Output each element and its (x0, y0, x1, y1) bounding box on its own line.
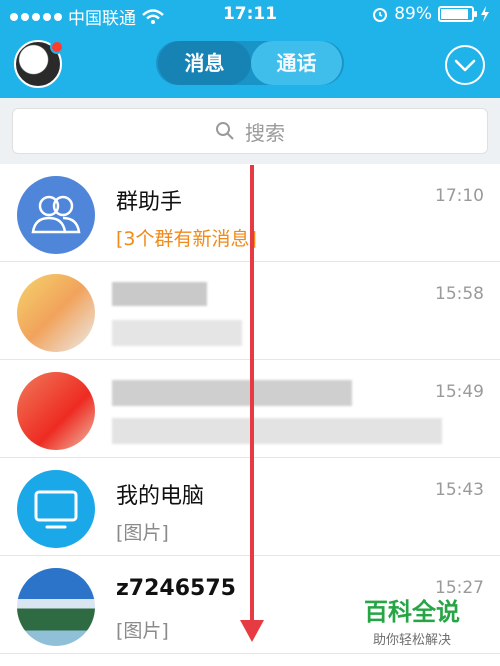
search-input[interactable]: 搜索 (12, 108, 488, 154)
message-call-switch: 消息 通话 (156, 41, 344, 85)
watermark-brand: 百科全说 (364, 598, 460, 626)
blurred-preview (112, 418, 442, 444)
status-right: 89% (372, 4, 490, 24)
conversation-title: 我的电脑 (116, 484, 205, 509)
landscape-avatar (17, 568, 95, 646)
search-placeholder: 搜索 (245, 120, 285, 145)
alarm-icon (373, 8, 388, 22)
conversation-time: 15:49 (435, 382, 484, 402)
battery-icon (438, 6, 477, 22)
conversation-title: z7246575 (116, 576, 236, 601)
battery-percent: 89% (394, 4, 432, 24)
notification-dot (50, 40, 64, 54)
conversation-preview: [3个群有新消息] (116, 228, 257, 250)
group-icon (31, 195, 81, 234)
blurred-avatar (17, 372, 95, 450)
search-area: 搜索 (0, 98, 500, 164)
chevron-down-icon (454, 59, 476, 72)
blurred-preview (112, 320, 242, 346)
conversation-time: 17:10 (435, 186, 484, 206)
tab-messages[interactable]: 消息 (158, 41, 251, 85)
watermark: 百科全说 助你轻松解决 (364, 592, 460, 648)
tab-calls[interactable]: 通话 (251, 41, 342, 85)
charging-icon (481, 6, 489, 22)
status-bar: 中国联通 17:11 89% (0, 0, 500, 30)
group-helper-avatar (17, 176, 95, 254)
conversation-title: 群助手 (116, 190, 183, 215)
blurred-title (112, 380, 352, 406)
conversation-preview: [图片] (116, 620, 169, 642)
conversation-preview: [图片] (116, 522, 169, 544)
more-options-button[interactable] (445, 45, 485, 85)
conversation-time: 15:43 (435, 480, 484, 500)
search-icon (216, 122, 234, 140)
scroll-arrow-shaft (250, 165, 254, 625)
scroll-arrow-head (240, 620, 264, 642)
monitor-icon (34, 490, 78, 529)
my-computer-avatar (17, 470, 95, 548)
conversation-time: 15:58 (435, 284, 484, 304)
blurred-title (112, 282, 207, 306)
watermark-tagline: 助你轻松解决 (372, 633, 451, 648)
blurred-avatar (17, 274, 95, 352)
profile-avatar[interactable] (14, 40, 64, 88)
top-header: 中国联通 17:11 89% 消息 通话 (0, 0, 500, 98)
